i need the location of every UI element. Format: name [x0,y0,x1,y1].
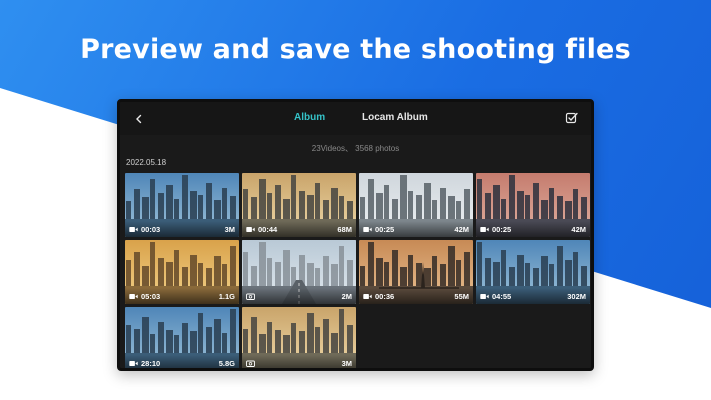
media-duration: 00:25 [375,225,395,234]
tab-locam-album[interactable]: Locam Album [362,112,428,123]
media-type-badge: 28:10 [129,359,160,368]
photo-icon [246,293,255,300]
media-thumbnail[interactable]: 00:03 3M [125,173,239,237]
media-type-badge [246,359,258,368]
thumbnail-shade [242,288,356,304]
select-checkbox-icon [565,112,578,124]
media-thumbnail[interactable]: 28:10 5.8G [125,307,239,368]
media-thumbnail[interactable]: 00:25 42M [476,173,590,237]
media-type-badge: 04:55 [480,292,511,301]
media-file-size: 5.8G [218,359,235,368]
media-file-size: 42M [571,225,586,234]
tablet-screen: Album Locam Album 23Videos、 3568 photos … [117,99,594,371]
select-button[interactable] [565,111,579,125]
tab-album[interactable]: Album [294,112,325,123]
media-duration: 00:25 [492,225,512,234]
media-file-size: 1.1G [218,292,235,301]
media-thumbnail[interactable]: 00:36 55M [359,240,473,304]
app-bar: Album Locam Album [120,102,591,135]
media-type-badge: 00:03 [129,225,160,234]
media-thumbnail[interactable]: 04:55 302M [476,240,590,304]
media-type-badge: 00:36 [363,292,394,301]
media-file-size: 2M [341,292,352,301]
media-type-badge: 00:25 [480,225,511,234]
video-icon [363,227,372,232]
media-type-badge: 00:25 [363,225,394,234]
media-count-summary: 23Videos、 3568 photos [311,144,400,153]
video-icon [363,294,372,299]
media-file-size: 68M [337,225,352,234]
media-thumbnail[interactable]: 00:25 42M [359,173,473,237]
media-duration: 00:44 [258,225,278,234]
media-grid: 00:03 3M 00:44 68M 00:25 42M 00:25 42M 0… [125,173,591,368]
video-icon [246,227,255,232]
media-thumbnail[interactable]: 2M [242,240,356,304]
media-thumbnail[interactable]: 00:44 68M [242,173,356,237]
back-button[interactable] [130,110,148,128]
media-file-size: 55M [454,292,469,301]
chevron-left-icon [136,114,142,124]
thumbnail-shade [242,355,356,368]
media-file-size: 3M [224,225,235,234]
media-duration: 28:10 [141,359,161,368]
video-icon [129,361,138,366]
media-duration: 05:03 [141,292,161,301]
headline: Preview and save the shooting files [80,34,631,65]
media-type-badge: 05:03 [129,292,160,301]
photo-icon [246,360,255,367]
media-file-size: 42M [454,225,469,234]
media-duration: 00:36 [375,292,395,301]
media-duration: 00:03 [141,225,161,234]
media-type-badge: 00:44 [246,225,277,234]
video-icon [129,227,138,232]
media-type-badge [246,292,258,301]
video-icon [480,294,489,299]
media-thumbnail[interactable]: 05:03 1.1G [125,240,239,304]
group-date: 2022.05.18 [126,158,167,167]
media-duration: 04:55 [492,292,512,301]
video-icon [480,227,489,232]
media-file-size: 3M [341,359,352,368]
video-icon [129,294,138,299]
media-thumbnail[interactable]: 3M [242,307,356,368]
media-file-size: 302M [567,292,586,301]
